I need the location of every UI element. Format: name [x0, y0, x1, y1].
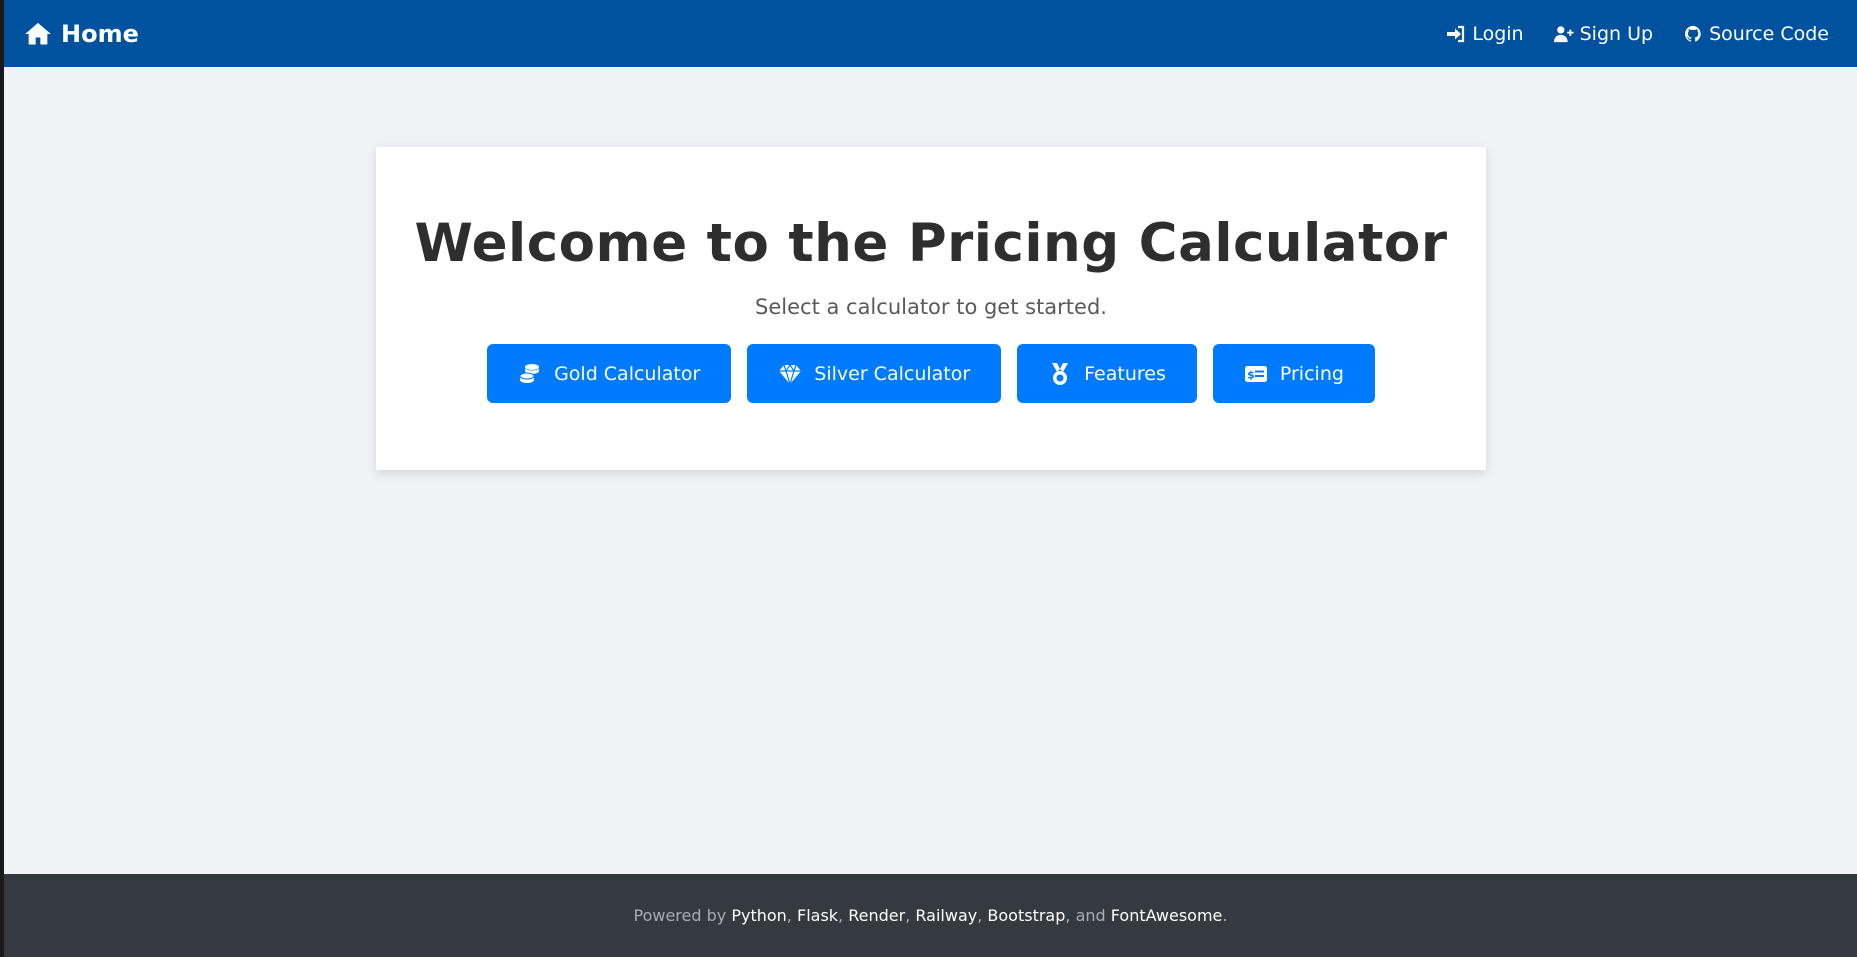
coins-icon	[519, 363, 540, 383]
page-subtitle: Select a calculator to get started.	[755, 295, 1107, 319]
footer-text: Powered by Python, Flask, Render, Railwa…	[634, 906, 1228, 925]
footer-link-flask[interactable]: Flask	[797, 906, 838, 925]
login-label: Login	[1472, 22, 1524, 45]
pricing-label: Pricing	[1279, 362, 1344, 385]
gem-icon	[779, 363, 802, 386]
footer-and: and	[1075, 906, 1106, 925]
nav-links: Login Sign Up Source Code	[1446, 23, 1829, 45]
gold-calculator-button[interactable]: Gold Calculator	[487, 344, 732, 403]
home-link[interactable]: Home	[24, 20, 139, 48]
footer-link-python[interactable]: Python	[731, 906, 786, 925]
login-link[interactable]: Login	[1446, 22, 1524, 45]
money-check-icon: $	[1244, 365, 1267, 382]
features-label: Features	[1084, 362, 1166, 385]
footer-period: .	[1222, 906, 1228, 925]
footer-separator: ,	[977, 906, 983, 925]
footer-prefix: Powered by	[633, 906, 727, 925]
source-code-label: Source Code	[1709, 22, 1829, 45]
footer-link-bootstrap[interactable]: Bootstrap	[987, 906, 1065, 925]
footer-separator: ,	[838, 906, 844, 925]
footer-separator: ,	[905, 906, 911, 925]
page: Home Login Sign Up Source Code Welcome t…	[4, 0, 1857, 957]
home-icon	[25, 22, 51, 44]
features-button[interactable]: Features	[1017, 344, 1197, 403]
welcome-card: Welcome to the Pricing Calculator Select…	[376, 147, 1486, 470]
footer-link-render[interactable]: Render	[848, 906, 905, 925]
signup-label: Sign Up	[1579, 22, 1654, 45]
navbar: Home Login Sign Up Source Code	[4, 0, 1857, 67]
user-plus-icon	[1553, 25, 1574, 42]
signup-link[interactable]: Sign Up	[1553, 22, 1654, 45]
svg-text:$: $	[1247, 368, 1255, 381]
brand-label: Home	[61, 19, 139, 48]
footer-separator: ,	[1065, 906, 1071, 925]
silver-calculator-button[interactable]: Silver Calculator	[747, 344, 1002, 403]
medal-icon	[1052, 362, 1069, 385]
gold-calculator-label: Gold Calculator	[554, 362, 701, 385]
sign-in-icon	[1447, 25, 1465, 42]
footer: Powered by Python, Flask, Render, Railwa…	[4, 874, 1857, 957]
github-icon	[1685, 25, 1701, 42]
silver-calculator-label: Silver Calculator	[814, 362, 971, 385]
footer-link-fontawesome[interactable]: FontAwesome	[1111, 906, 1223, 925]
footer-link-railway[interactable]: Railway	[915, 906, 977, 925]
page-title: Welcome to the Pricing Calculator	[414, 213, 1448, 274]
source-code-link[interactable]: Source Code	[1683, 23, 1829, 45]
footer-separator: ,	[786, 906, 792, 925]
pricing-button[interactable]: $ Pricing	[1212, 344, 1375, 403]
calculator-buttons: Gold Calculator Silver Calculator Featur…	[376, 344, 1486, 403]
